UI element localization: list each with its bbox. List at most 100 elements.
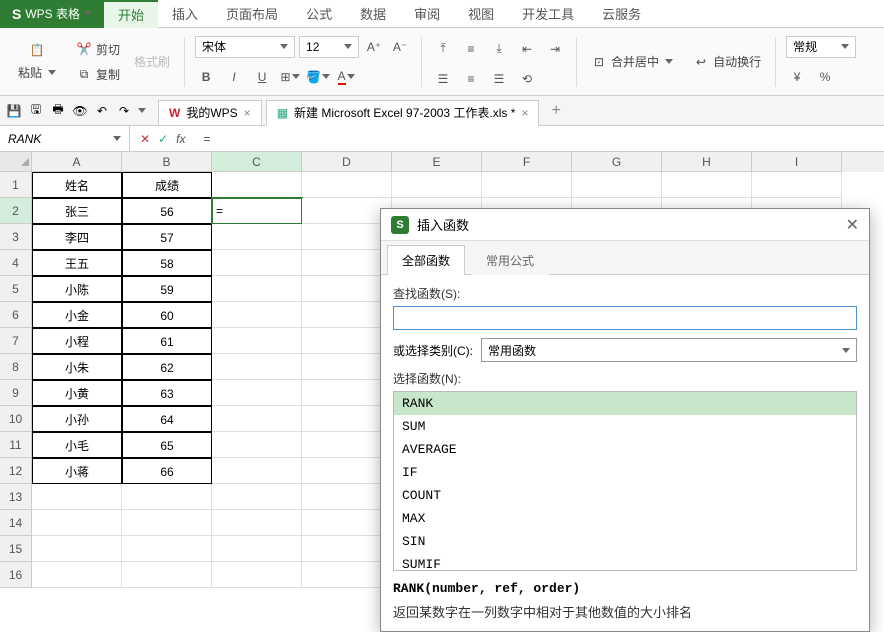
chevron-down-icon[interactable]: [138, 108, 146, 113]
menu-tab-5[interactable]: 审阅: [400, 0, 454, 28]
cell[interactable]: 小毛: [32, 432, 122, 458]
cell[interactable]: 姓名: [32, 172, 122, 198]
cell[interactable]: 59: [122, 276, 212, 302]
row-header[interactable]: 11: [0, 432, 32, 458]
column-header[interactable]: F: [482, 152, 572, 172]
cell[interactable]: [302, 250, 392, 276]
row-header[interactable]: 14: [0, 510, 32, 536]
menu-tab-7[interactable]: 开发工具: [508, 0, 588, 28]
cell[interactable]: [212, 458, 302, 484]
row-header[interactable]: 13: [0, 484, 32, 510]
number-format-select[interactable]: 常规: [786, 36, 856, 58]
row-header[interactable]: 5: [0, 276, 32, 302]
function-listbox[interactable]: RANKSUMAVERAGEIFCOUNTMAXSINSUMIF: [393, 391, 857, 571]
print-icon[interactable]: 🖶: [50, 103, 66, 119]
close-icon[interactable]: ✕: [846, 215, 859, 235]
cell[interactable]: 58: [122, 250, 212, 276]
cell[interactable]: =: [212, 198, 302, 224]
menu-tab-4[interactable]: 数据: [346, 0, 400, 28]
cell[interactable]: [302, 536, 392, 562]
cell[interactable]: 60: [122, 302, 212, 328]
cell[interactable]: 李四: [32, 224, 122, 250]
doctab-my-wps[interactable]: W 我的WPS ×: [158, 100, 262, 126]
menu-tab-2[interactable]: 页面布局: [212, 0, 292, 28]
align-center-button[interactable]: ≡: [460, 68, 482, 90]
merge-center-button[interactable]: ⊡合并居中: [587, 51, 677, 72]
font-color-button[interactable]: A: [335, 66, 357, 88]
cell[interactable]: [212, 276, 302, 302]
function-list-item[interactable]: MAX: [394, 507, 856, 530]
currency-button[interactable]: ¥: [786, 66, 808, 88]
menu-tab-8[interactable]: 云服务: [588, 0, 655, 28]
paste-button[interactable]: 📋: [25, 40, 49, 60]
cell[interactable]: [212, 328, 302, 354]
increase-indent-button[interactable]: ⇥: [544, 38, 566, 60]
cell[interactable]: [212, 250, 302, 276]
redo-icon[interactable]: ↷: [116, 103, 132, 119]
font-size-select[interactable]: 12: [299, 36, 359, 58]
cell[interactable]: [302, 224, 392, 250]
cell[interactable]: [32, 484, 122, 510]
fill-color-button[interactable]: 🪣: [307, 66, 329, 88]
cell[interactable]: 小金: [32, 302, 122, 328]
cell[interactable]: [212, 354, 302, 380]
cell[interactable]: [122, 484, 212, 510]
function-list-item[interactable]: IF: [394, 461, 856, 484]
cell[interactable]: [302, 458, 392, 484]
align-middle-button[interactable]: ≡: [460, 38, 482, 60]
border-button[interactable]: ⊞: [279, 66, 301, 88]
search-function-input[interactable]: [393, 306, 857, 330]
cell[interactable]: [122, 510, 212, 536]
row-header[interactable]: 7: [0, 328, 32, 354]
cell[interactable]: [302, 276, 392, 302]
cell[interactable]: [32, 536, 122, 562]
cell[interactable]: [302, 432, 392, 458]
close-icon[interactable]: ×: [521, 106, 528, 120]
print-preview-icon[interactable]: 👁: [72, 103, 88, 119]
formula-bar[interactable]: =: [195, 132, 884, 146]
row-header[interactable]: 1: [0, 172, 32, 198]
menu-tab-0[interactable]: 开始: [104, 0, 158, 28]
increase-font-button[interactable]: A⁺: [363, 36, 385, 58]
function-list-item[interactable]: SUM: [394, 415, 856, 438]
decrease-font-button[interactable]: A⁻: [389, 36, 411, 58]
copy-button[interactable]: ⧉复制: [72, 64, 124, 85]
function-list-item[interactable]: COUNT: [394, 484, 856, 507]
cell[interactable]: [302, 172, 392, 198]
cut-button[interactable]: ✂️剪切: [72, 39, 124, 60]
cell[interactable]: 62: [122, 354, 212, 380]
add-tab-button[interactable]: +: [543, 102, 568, 120]
cell[interactable]: 61: [122, 328, 212, 354]
decrease-indent-button[interactable]: ⇤: [516, 38, 538, 60]
column-header[interactable]: D: [302, 152, 392, 172]
cell[interactable]: [302, 406, 392, 432]
cell[interactable]: [302, 380, 392, 406]
row-header[interactable]: 3: [0, 224, 32, 250]
cell[interactable]: 小朱: [32, 354, 122, 380]
align-right-button[interactable]: ☰: [488, 68, 510, 90]
align-bottom-button[interactable]: ⤓: [488, 38, 510, 60]
row-header[interactable]: 9: [0, 380, 32, 406]
row-header[interactable]: 6: [0, 302, 32, 328]
menu-tab-3[interactable]: 公式: [292, 0, 346, 28]
row-header[interactable]: 16: [0, 562, 32, 588]
undo-icon[interactable]: ↶: [94, 103, 110, 119]
bold-button[interactable]: B: [195, 66, 217, 88]
row-header[interactable]: 12: [0, 458, 32, 484]
cell[interactable]: [122, 536, 212, 562]
cell[interactable]: 成绩: [122, 172, 212, 198]
cell[interactable]: [302, 562, 392, 588]
cell[interactable]: [122, 562, 212, 588]
row-header[interactable]: 2: [0, 198, 32, 224]
tab-common-formulas[interactable]: 常用公式: [471, 245, 549, 275]
doctab-workbook[interactable]: ▦ 新建 Microsoft Excel 97-2003 工作表.xls * ×: [266, 100, 540, 126]
row-header[interactable]: 8: [0, 354, 32, 380]
align-left-button[interactable]: ☰: [432, 68, 454, 90]
column-header[interactable]: E: [392, 152, 482, 172]
cell[interactable]: 王五: [32, 250, 122, 276]
cell[interactable]: 56: [122, 198, 212, 224]
column-header[interactable]: G: [572, 152, 662, 172]
percent-button[interactable]: %: [814, 66, 836, 88]
cell[interactable]: [662, 172, 752, 198]
cell[interactable]: [212, 406, 302, 432]
